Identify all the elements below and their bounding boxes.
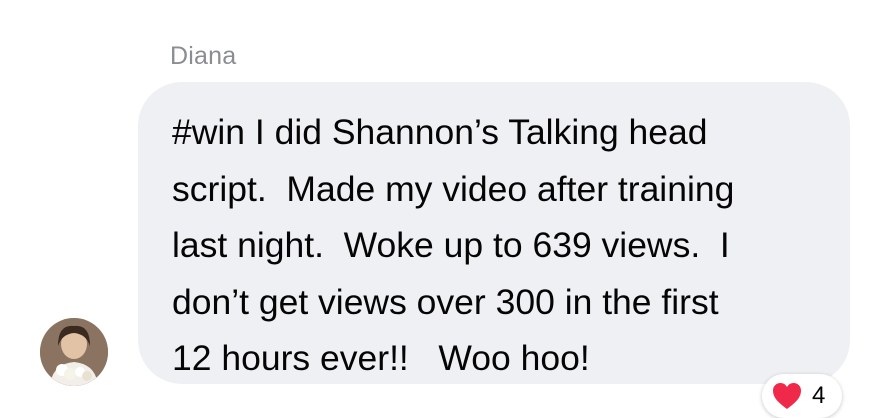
message-text: #win I did Shannon’s Talking head script… — [172, 112, 735, 378]
sender-name[interactable]: Diana — [170, 42, 236, 71]
avatar-photo — [40, 318, 108, 386]
message-bubble[interactable]: #win I did Shannon’s Talking head script… — [138, 82, 850, 384]
heart-icon — [773, 383, 801, 409]
reaction-count: 4 — [812, 382, 826, 409]
avatar[interactable] — [40, 318, 108, 386]
reaction-count-button[interactable]: 4 — [762, 374, 842, 418]
